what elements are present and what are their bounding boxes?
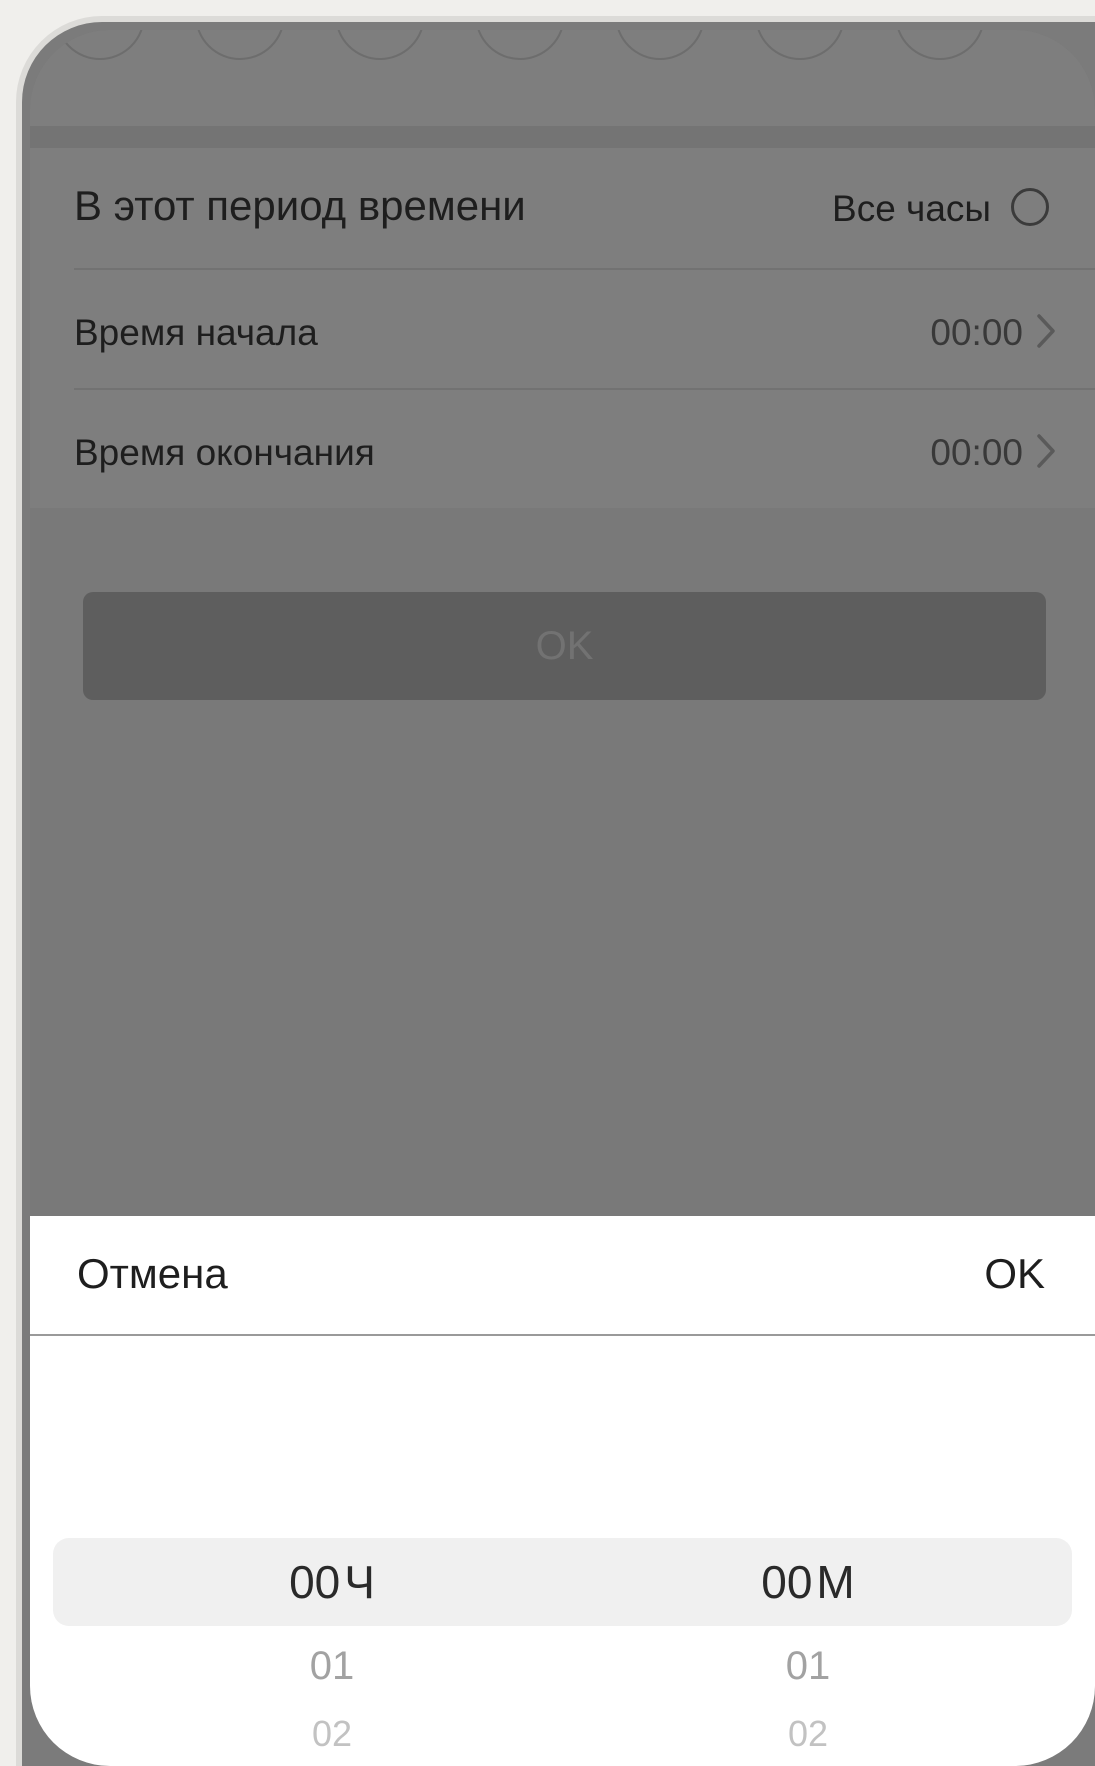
chevron-right-icon xyxy=(1037,314,1055,348)
all-hours-radio[interactable] xyxy=(1011,188,1049,226)
weekday-circle[interactable] xyxy=(55,30,145,60)
period-row: В этот период времени Все часы xyxy=(74,148,1095,268)
device-frame: В этот период времени Все часы Время нач… xyxy=(16,16,1095,1766)
minutes-unit: M xyxy=(816,1556,855,1608)
confirm-button[interactable]: OK xyxy=(83,592,1046,700)
weekday-circle[interactable] xyxy=(615,30,705,60)
minutes-selected-value: 00 xyxy=(761,1556,813,1608)
minutes-option[interactable]: 02 xyxy=(608,1706,1008,1762)
start-time-value: 00:00 xyxy=(930,312,1023,353)
start-time-row[interactable]: Время начала 00:00 xyxy=(74,268,1095,390)
sheet-header: Отмена OK xyxy=(30,1216,1095,1336)
period-label: В этот период времени xyxy=(74,182,526,229)
minutes-wheel[interactable]: 00M 01 02 xyxy=(608,1538,1008,1762)
weekday-circle[interactable] xyxy=(895,30,985,60)
cancel-button[interactable]: Отмена xyxy=(77,1250,228,1298)
hours-option[interactable]: 01 xyxy=(132,1626,532,1706)
app-screen: В этот период времени Все часы Время нач… xyxy=(30,30,1095,1766)
weekday-circle[interactable] xyxy=(755,30,845,60)
weekday-circle[interactable] xyxy=(335,30,425,60)
hours-wheel[interactable]: 00Ч 01 02 xyxy=(132,1538,532,1762)
hours-unit: Ч xyxy=(344,1556,375,1608)
hours-selected-value: 00 xyxy=(289,1556,341,1608)
sheet-ok-button[interactable]: OK xyxy=(984,1250,1045,1298)
hours-selected[interactable]: 00Ч xyxy=(132,1538,532,1626)
weekday-circle[interactable] xyxy=(475,30,565,60)
minutes-selected[interactable]: 00M xyxy=(608,1538,1008,1626)
time-settings-list: В этот период времени Все часы Время нач… xyxy=(30,148,1095,508)
all-hours-label: Все часы xyxy=(832,188,991,229)
weekday-selector xyxy=(30,30,1095,126)
weekday-circle[interactable] xyxy=(195,30,285,60)
end-time-value: 00:00 xyxy=(930,432,1023,473)
hours-option[interactable]: 02 xyxy=(132,1706,532,1762)
section-divider xyxy=(30,126,1095,148)
start-time-label: Время начала xyxy=(74,312,318,353)
chevron-right-icon xyxy=(1037,434,1055,468)
end-time-label: Время окончания xyxy=(74,432,375,473)
minutes-option[interactable]: 01 xyxy=(608,1626,1008,1706)
end-time-row[interactable]: Время окончания 00:00 xyxy=(74,388,1095,510)
time-picker-sheet: Отмена OK 00Ч 01 02 00M 01 02 xyxy=(30,1216,1095,1766)
